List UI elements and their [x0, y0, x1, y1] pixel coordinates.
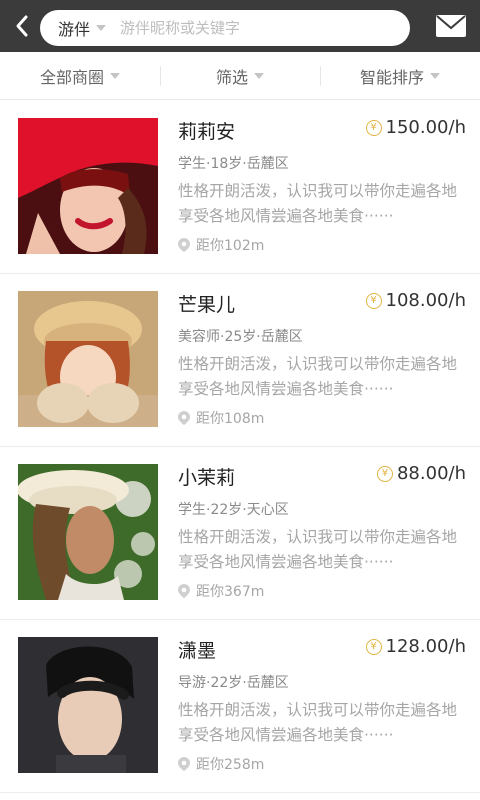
- filter-sort-label: 智能排序: [359, 67, 424, 87]
- location-pin-icon: [178, 411, 190, 425]
- distance: 距你108m: [178, 408, 264, 428]
- mail-button[interactable]: [436, 15, 466, 37]
- distance-text: 距你258m: [196, 757, 265, 773]
- filter-screen[interactable]: 筛选: [160, 52, 320, 99]
- search-input[interactable]: [118, 18, 339, 38]
- filter-screen-label: 筛选: [215, 67, 248, 87]
- price: ¥ 88.00/h: [376, 463, 466, 484]
- list-item[interactable]: 莉莉安 ¥ 150.00/h 学生·18岁·岳麓区 性格开朗活泼，认识我可以带你…: [0, 101, 480, 274]
- search-box: 游伴: [40, 10, 410, 46]
- companion-name: 莉莉安: [178, 121, 236, 143]
- distance-text: 距你108m: [196, 411, 265, 427]
- companion-description: 性格开朗活泼，认识我可以带你走遍各地享受各地风情尝遍各地美食······: [178, 182, 458, 225]
- companion-description: 性格开朗活泼，认识我可以带你走遍各地享受各地风情尝遍各地美食······: [178, 528, 458, 571]
- companion-name: 潇墨: [178, 640, 217, 662]
- yuan-coin-icon: ¥: [365, 638, 382, 655]
- avatar: [18, 637, 158, 773]
- back-arrow-icon: [16, 15, 28, 37]
- location-pin-icon: [178, 757, 190, 771]
- avatar: [18, 464, 158, 600]
- list-item[interactable]: 芒果儿 ¥ 108.00/h 美容师·25岁·岳麓区 性格开朗活泼，认识我可以带…: [0, 274, 480, 447]
- yuan-coin-icon: ¥: [376, 465, 393, 482]
- price: ¥ 150.00/h: [365, 117, 466, 138]
- price-value: 128.00/h: [385, 636, 466, 657]
- chevron-down-icon: [96, 25, 107, 31]
- top-bar: 游伴: [0, 0, 480, 52]
- chevron-down-icon: [430, 72, 440, 79]
- search-type-label: 游伴: [58, 20, 91, 39]
- price: ¥ 128.00/h: [365, 636, 466, 657]
- companion-meta: 美容师·25岁·岳麓区: [178, 329, 303, 345]
- companion-name: 小茉莉: [178, 467, 236, 489]
- companion-meta: 学生·18岁·岳麓区: [178, 156, 289, 172]
- companion-description: 性格开朗活泼，认识我可以带你走遍各地享受各地风情尝遍各地美食······: [178, 355, 458, 398]
- yuan-coin-icon: ¥: [365, 119, 382, 136]
- distance: 距你258m: [178, 754, 264, 774]
- companion-description: 性格开朗活泼，认识我可以带你走遍各地享受各地风情尝遍各地美食······: [178, 701, 458, 744]
- list-item[interactable]: 潇墨 ¥ 128.00/h 导游·22岁·岳麓区 性格开朗活泼，认识我可以带你走…: [0, 620, 480, 793]
- distance-text: 距你367m: [196, 584, 265, 600]
- chevron-down-icon: [110, 72, 120, 79]
- filter-area[interactable]: 全部商圈: [0, 52, 160, 99]
- companion-name: 芒果儿: [178, 294, 236, 316]
- filter-bar: 全部商圈 筛选 智能排序: [0, 52, 480, 100]
- price-value: 108.00/h: [385, 290, 466, 311]
- list-item[interactable]: 小茉莉 ¥ 88.00/h 学生·22岁·天心区 性格开朗活泼，认识我可以带你走…: [0, 447, 480, 620]
- yuan-coin-icon: ¥: [365, 292, 382, 309]
- back-button[interactable]: [8, 12, 36, 40]
- mail-icon: [436, 15, 466, 37]
- companion-list: 莉莉安 ¥ 150.00/h 学生·18岁·岳麓区 性格开朗活泼，认识我可以带你…: [0, 101, 480, 793]
- distance-text: 距你102m: [196, 238, 265, 254]
- chevron-down-icon: [254, 72, 264, 79]
- filter-area-label: 全部商圈: [39, 67, 104, 87]
- location-pin-icon: [178, 238, 190, 252]
- search-type-selector[interactable]: 游伴: [58, 16, 107, 40]
- price-value: 88.00/h: [396, 463, 466, 484]
- price: ¥ 108.00/h: [365, 290, 466, 311]
- distance: 距你102m: [178, 235, 264, 255]
- companion-meta: 导游·22岁·岳麓区: [178, 675, 289, 691]
- price-value: 150.00/h: [385, 117, 466, 138]
- avatar: [18, 291, 158, 427]
- location-pin-icon: [178, 584, 190, 598]
- avatar: [18, 118, 158, 254]
- companion-meta: 学生·22岁·天心区: [178, 502, 289, 518]
- distance: 距你367m: [178, 581, 264, 601]
- filter-sort[interactable]: 智能排序: [320, 52, 480, 99]
